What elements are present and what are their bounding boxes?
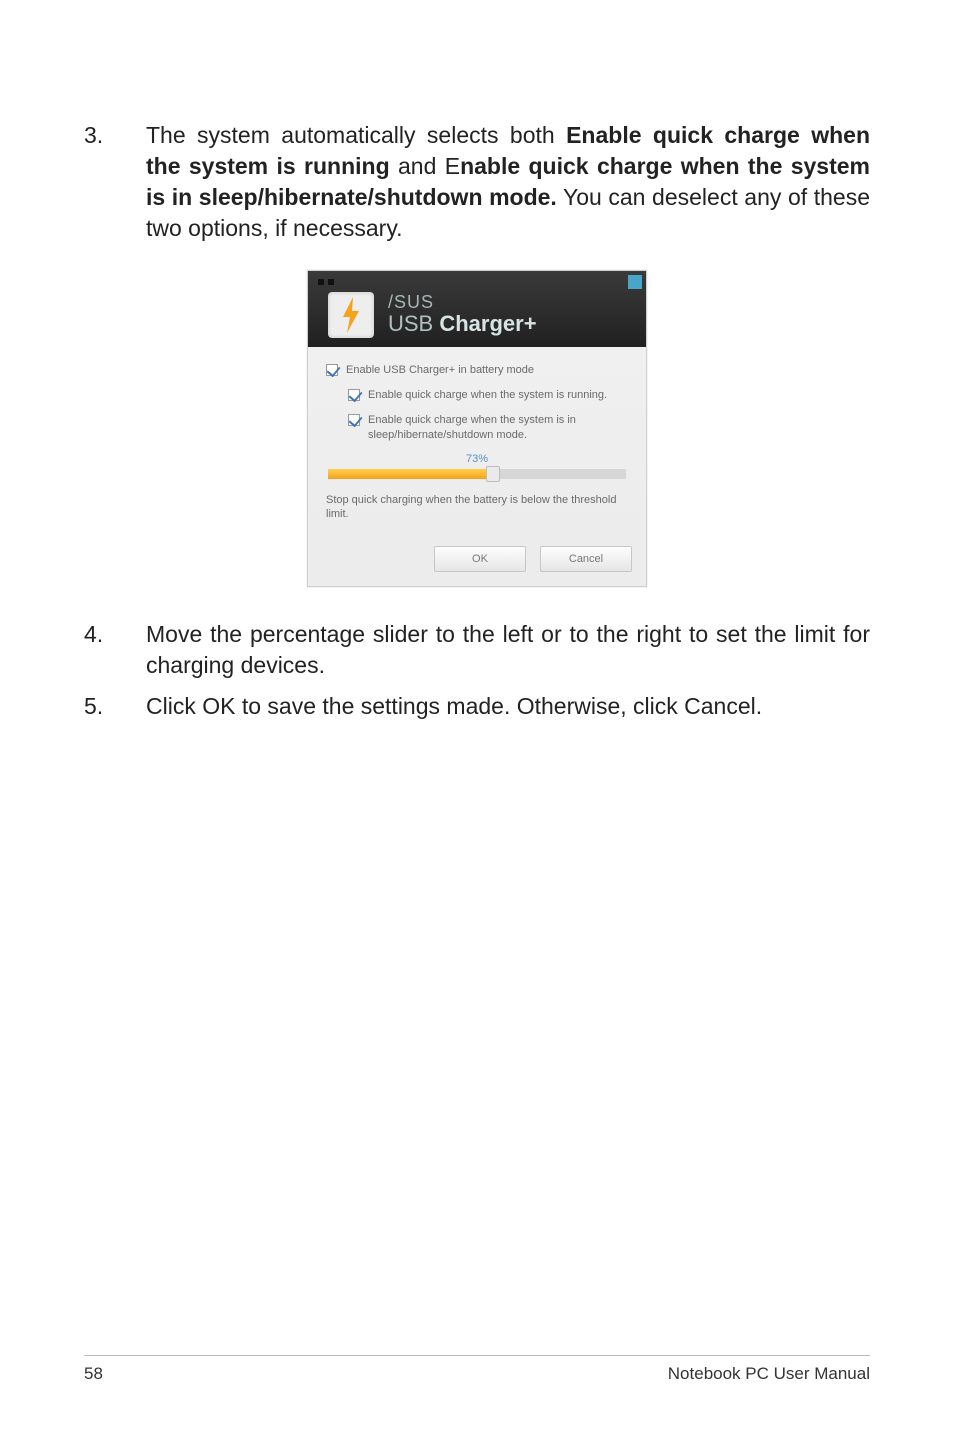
checkbox-label: Enable USB Charger+ in battery mode [346,363,534,378]
close-icon[interactable] [628,275,642,289]
step-number: 5. [84,691,146,722]
checkbox-icon[interactable] [348,414,360,426]
manual-title: Notebook PC User Manual [668,1364,870,1384]
threshold-slider[interactable] [328,469,626,479]
title-bold: Charger+ [439,311,536,336]
dialog-title-block: /SUS USB Charger+ [388,292,537,335]
step-3: 3. The system automatically selects both… [84,120,870,244]
checkbox-sub2-row[interactable]: Enable quick charge when the system is i… [326,413,628,443]
step-5: 5. Click OK to save the settings made. O… [84,691,870,722]
dialog-figure: /SUS USB Charger+ Enable USB Charger+ in… [84,270,870,587]
checkbox-icon[interactable] [348,389,360,401]
brand-label: /SUS [388,292,537,313]
dialog-body: Enable USB Charger+ in battery mode Enab… [308,347,646,536]
step-number: 4. [84,619,146,681]
usb-charger-dialog: /SUS USB Charger+ Enable USB Charger+ in… [307,270,647,587]
window-dots-icon [318,279,334,285]
text: and E [390,153,460,179]
page-number: 58 [84,1364,103,1384]
step-4: 4. Move the percentage slider to the lef… [84,619,870,681]
dialog-title: USB Charger+ [388,313,537,335]
checkbox-icon[interactable] [326,364,338,376]
slider-description: Stop quick charging when the battery is … [326,493,628,523]
page-footer: 58 Notebook PC User Manual [84,1355,870,1384]
slider-thumb[interactable] [486,466,500,482]
dialog-header: /SUS USB Charger+ [308,271,646,347]
slider-fill [328,469,492,479]
instruction-list-cont: 4. Move the percentage slider to the lef… [84,619,870,722]
instruction-list: 3. The system automatically selects both… [84,120,870,244]
step-text: Click OK to save the settings made. Othe… [146,691,870,722]
checkbox-label: Enable quick charge when the system is r… [368,388,607,403]
text: The system automatically selects both [146,122,566,148]
step-text: Move the percentage slider to the left o… [146,619,870,681]
percent-label: 73% [326,453,628,465]
checkbox-sub1-row[interactable]: Enable quick charge when the system is r… [326,388,628,403]
checkbox-label: Enable quick charge when the system is i… [368,413,628,443]
page: 3. The system automatically selects both… [0,0,954,1438]
ok-button[interactable]: OK [434,546,526,572]
dialog-footer: OK Cancel [308,536,646,586]
step-number: 3. [84,120,146,244]
bolt-icon [328,292,374,338]
title-light: USB [388,311,439,336]
cancel-button[interactable]: Cancel [540,546,632,572]
step-text: The system automatically selects both En… [146,120,870,244]
checkbox-main-row[interactable]: Enable USB Charger+ in battery mode [326,363,628,378]
